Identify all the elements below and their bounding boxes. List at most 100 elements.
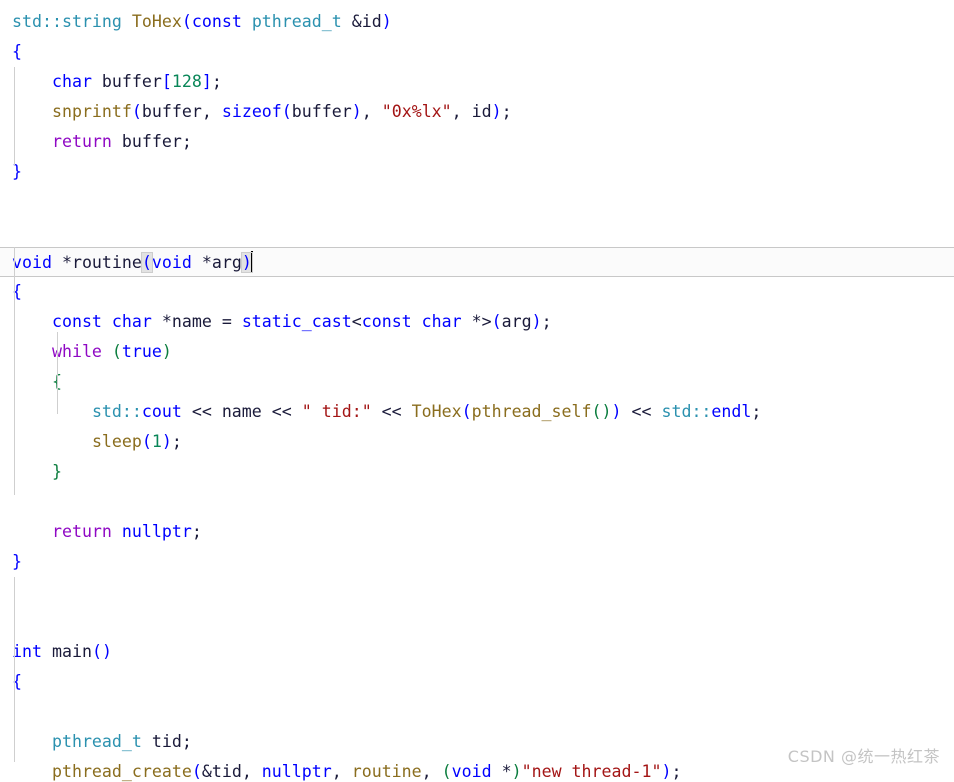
code-line[interactable]: const char *name = static_cast<const cha… bbox=[0, 307, 954, 337]
code-token: ] bbox=[201, 72, 212, 91]
code-token: ( bbox=[91, 642, 102, 661]
code-token: pthread_self bbox=[471, 402, 592, 421]
code-token: buffer; bbox=[111, 132, 192, 151]
code-line[interactable]: std::string ToHex(const pthread_t &id) bbox=[0, 7, 954, 37]
code-line[interactable] bbox=[0, 187, 954, 217]
code-token: arg bbox=[501, 312, 532, 331]
code-line[interactable] bbox=[0, 577, 954, 607]
code-token: const bbox=[361, 312, 412, 331]
code-line[interactable]: return nullptr; bbox=[0, 517, 954, 547]
code-line[interactable]: sleep(1); bbox=[0, 427, 954, 457]
code-line-current[interactable]: void *routine(void *arg) bbox=[0, 247, 954, 277]
code-token: ) bbox=[491, 102, 502, 121]
code-token: "new thread-1" bbox=[521, 762, 662, 781]
code-token: std:: bbox=[91, 402, 142, 421]
code-line[interactable]: } bbox=[0, 547, 954, 577]
code-token: id bbox=[471, 102, 492, 121]
code-token: pthread_t bbox=[51, 732, 142, 751]
code-line[interactable] bbox=[0, 607, 954, 637]
code-token: std:: bbox=[661, 402, 712, 421]
code-token: cout bbox=[141, 402, 182, 421]
code-line[interactable]: { bbox=[0, 277, 954, 307]
code-token: ToHex bbox=[411, 402, 462, 421]
code-line[interactable]: { bbox=[0, 37, 954, 67]
code-token: ( bbox=[491, 312, 502, 331]
code-line[interactable]: } bbox=[0, 457, 954, 487]
code-token: sizeof bbox=[221, 102, 282, 121]
code-token: snprintf bbox=[51, 102, 132, 121]
code-token: ( bbox=[111, 342, 122, 361]
code-token: ; bbox=[671, 762, 682, 781]
code-line[interactable]: { bbox=[0, 367, 954, 397]
code-token: ( bbox=[191, 762, 202, 781]
code-token: while bbox=[51, 342, 102, 361]
code-token: { bbox=[51, 372, 62, 391]
code-token: << bbox=[371, 402, 412, 421]
code-token: ) bbox=[611, 402, 622, 421]
code-line[interactable] bbox=[0, 217, 954, 247]
code-token: ( bbox=[281, 102, 292, 121]
code-line[interactable]: int main() bbox=[0, 637, 954, 667]
code-line[interactable]: std::cout << name << " tid:" << ToHex(pt… bbox=[0, 397, 954, 427]
code-text-area[interactable]: std::string ToHex(const pthread_t &id){ … bbox=[0, 0, 954, 782]
code-token: tid; bbox=[141, 732, 192, 751]
code-token: const bbox=[191, 12, 242, 31]
code-token: * bbox=[191, 253, 212, 272]
code-token: int bbox=[12, 642, 42, 661]
code-token: << bbox=[621, 402, 662, 421]
code-token: ) bbox=[531, 312, 542, 331]
code-token: ( bbox=[131, 102, 142, 121]
code-line[interactable]: char buffer[128]; bbox=[0, 67, 954, 97]
code-token: ; bbox=[191, 522, 202, 541]
code-token: { bbox=[12, 42, 22, 61]
code-line[interactable] bbox=[0, 697, 954, 727]
code-token: ) bbox=[161, 342, 172, 361]
code-token: ; bbox=[751, 402, 762, 421]
code-line[interactable]: } bbox=[0, 157, 954, 187]
code-token: ( bbox=[591, 402, 602, 421]
code-token: true bbox=[121, 342, 162, 361]
code-token: sleep bbox=[91, 432, 142, 451]
code-line[interactable]: snprintf(buffer, sizeof(buffer), "0x%lx"… bbox=[0, 97, 954, 127]
code-token: ( bbox=[141, 432, 152, 451]
code-token: ) bbox=[661, 762, 672, 781]
code-token: buffer bbox=[141, 102, 202, 121]
code-token: } bbox=[12, 552, 22, 571]
code-token: *> bbox=[461, 312, 492, 331]
code-token: 1 bbox=[151, 432, 162, 451]
code-token: nullptr bbox=[261, 762, 332, 781]
code-token: *name = bbox=[151, 312, 242, 331]
code-token: < bbox=[351, 312, 362, 331]
code-token: std:: bbox=[12, 12, 62, 31]
code-token: , bbox=[241, 762, 262, 781]
code-token: ) bbox=[351, 102, 362, 121]
code-line[interactable] bbox=[0, 487, 954, 517]
code-token: static_cast bbox=[241, 312, 352, 331]
code-token: * bbox=[491, 762, 512, 781]
code-token: const bbox=[51, 312, 102, 331]
code-token: ( bbox=[441, 762, 452, 781]
code-token: void bbox=[451, 762, 492, 781]
code-token: } bbox=[12, 162, 22, 181]
code-token: &tid bbox=[201, 762, 242, 781]
code-line[interactable]: { bbox=[0, 667, 954, 697]
code-token: "0x%lx" bbox=[381, 102, 452, 121]
code-token: } bbox=[51, 462, 62, 481]
code-token: ; bbox=[541, 312, 552, 331]
code-line[interactable]: while (true) bbox=[0, 337, 954, 367]
code-line[interactable]: return buffer; bbox=[0, 127, 954, 157]
code-editor[interactable]: std::string ToHex(const pthread_t &id){ … bbox=[0, 0, 954, 782]
code-token: arg bbox=[211, 253, 242, 272]
code-token: buffer bbox=[291, 102, 352, 121]
code-token: ) bbox=[511, 762, 522, 781]
